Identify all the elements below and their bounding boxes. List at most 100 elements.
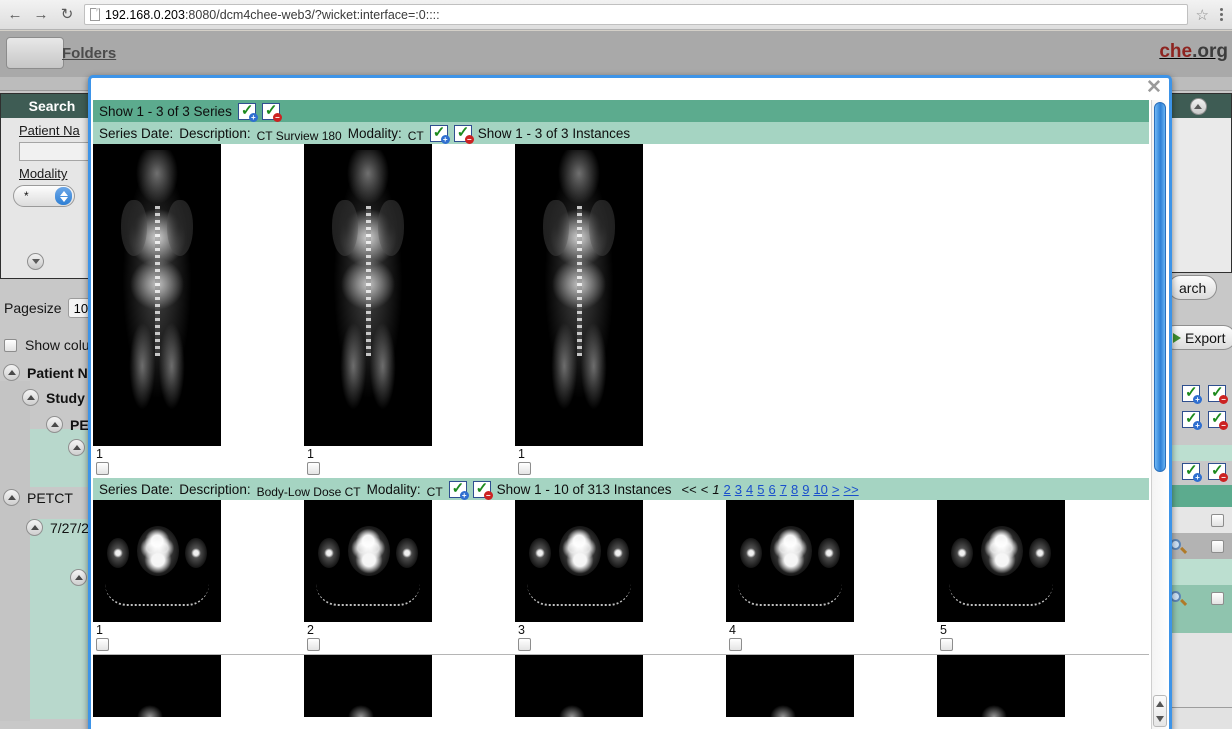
forward-arrow-icon[interactable]: → <box>32 6 50 24</box>
pet-slice-image[interactable] <box>93 500 221 622</box>
pager-prev[interactable]: < <box>701 482 709 497</box>
search-button[interactable]: arch <box>1168 275 1218 300</box>
check-plus-icon[interactable]: ✓ + <box>1182 463 1202 482</box>
thumbnail-cell[interactable] <box>515 655 726 717</box>
ct-scout-image[interactable] <box>93 144 221 446</box>
check-plus-icon[interactable]: ✓ + <box>1182 411 1202 430</box>
collapse-icon[interactable] <box>1189 97 1207 115</box>
show-columns-checkbox[interactable] <box>4 338 17 352</box>
check-plus-icon[interactable]: ✓ + <box>429 124 450 144</box>
kebab-menu-icon[interactable] <box>1217 8 1226 21</box>
tab-button-blank[interactable] <box>6 37 64 69</box>
ct-scout-image[interactable] <box>515 144 643 446</box>
check-plus-icon[interactable]: ✓ + <box>1182 385 1202 404</box>
tree-row-date[interactable]: 7/27/2 <box>26 519 89 536</box>
collapse-icon[interactable] <box>70 569 87 586</box>
check-minus-icon[interactable]: ✓ − <box>1208 411 1228 430</box>
pager-page-7[interactable]: 7 <box>780 482 787 497</box>
pet-slice-image[interactable] <box>93 655 221 717</box>
pager-page-10[interactable]: 10 <box>813 482 827 497</box>
modal-scrollbar[interactable] <box>1151 100 1167 729</box>
collapse-icon[interactable] <box>22 389 39 406</box>
collapse-icon[interactable] <box>3 489 20 506</box>
row-checkbox[interactable] <box>1211 591 1224 605</box>
pager-page-3[interactable]: 3 <box>735 482 742 497</box>
thumbnail-cell[interactable]: 1 <box>93 500 304 654</box>
pet-slice-image[interactable] <box>515 500 643 622</box>
pager-page-9[interactable]: 9 <box>802 482 809 497</box>
thumbnail-cell[interactable]: 5 <box>937 500 1148 654</box>
address-bar[interactable]: 192.168.0.203:8080/dcm4chee-web3/?wicket… <box>84 4 1188 25</box>
check-plus-icon[interactable]: ✓ + <box>237 102 258 122</box>
show-columns-row[interactable]: Show colu <box>4 337 90 353</box>
magnifier-icon[interactable] <box>1170 538 1188 554</box>
tab-folders[interactable]: Folders <box>62 45 116 62</box>
tree-row-petct[interactable]: PETCT <box>3 489 73 506</box>
thumbnail-cell[interactable] <box>726 655 937 717</box>
pager-next[interactable]: > <box>832 482 840 497</box>
scrollbar-arrows[interactable] <box>1153 695 1167 727</box>
thumbnail-checkbox[interactable] <box>729 638 742 651</box>
reload-icon[interactable]: ↻ <box>58 6 76 24</box>
check-minus-icon[interactable]: ✓ − <box>472 480 493 500</box>
thumbnail-cell[interactable] <box>937 655 1148 717</box>
thumbnail-checkbox[interactable] <box>96 462 109 475</box>
tree-row-pe[interactable]: PE <box>46 416 89 433</box>
star-icon[interactable]: ☆ <box>1196 6 1209 24</box>
scrollbar-thumb[interactable] <box>1154 102 1166 472</box>
thumbnail-checkbox[interactable] <box>940 638 953 651</box>
collapse-icon[interactable] <box>26 519 43 536</box>
pager-page-5[interactable]: 5 <box>757 482 764 497</box>
export-button[interactable]: Export <box>1162 325 1232 350</box>
check-minus-icon[interactable]: ✓ − <box>453 124 474 144</box>
collapse-icon[interactable] <box>46 416 63 433</box>
thumbnail-checkbox[interactable] <box>518 462 531 475</box>
modality-select[interactable]: * <box>13 185 75 207</box>
thumbnail-cell[interactable] <box>304 655 515 717</box>
pager-last[interactable]: >> <box>843 482 858 497</box>
tree-row-nested-2[interactable] <box>70 569 87 586</box>
pet-slice-image[interactable] <box>304 655 432 717</box>
scroll-up-icon[interactable] <box>1156 700 1164 707</box>
check-minus-icon[interactable]: ✓ − <box>261 102 282 122</box>
thumbnail-cell[interactable]: 4 <box>726 500 937 654</box>
pager-page-8[interactable]: 8 <box>791 482 798 497</box>
thumbnail-cell[interactable]: 1 <box>515 144 726 478</box>
pet-slice-image[interactable] <box>726 500 854 622</box>
thumbnail-cell[interactable] <box>93 655 304 717</box>
check-minus-icon[interactable]: ✓ − <box>1208 385 1228 404</box>
thumbnail-checkbox[interactable] <box>307 462 320 475</box>
pager-page-6[interactable]: 6 <box>768 482 775 497</box>
thumbnail-checkbox[interactable] <box>518 638 531 651</box>
row-checkbox[interactable] <box>1211 513 1224 527</box>
ct-scout-image[interactable] <box>304 144 432 446</box>
patient-name-input[interactable] <box>19 142 97 161</box>
pager-first[interactable]: << <box>682 482 697 497</box>
pet-slice-image[interactable] <box>937 655 1065 717</box>
tree-row-patient[interactable]: Patient N <box>3 364 88 381</box>
collapse-icon[interactable] <box>68 439 85 456</box>
thumbnail-cell[interactable]: 2 <box>304 500 515 654</box>
pager-page-4[interactable]: 4 <box>746 482 753 497</box>
collapse-icon[interactable] <box>3 364 20 381</box>
thumbnail-cell[interactable]: 1 <box>304 144 515 478</box>
check-minus-icon[interactable]: ✓ − <box>1208 463 1228 482</box>
pet-slice-image[interactable] <box>726 655 854 717</box>
tree-row-study[interactable]: Study <box>22 389 85 406</box>
pet-slice-image[interactable] <box>515 655 643 717</box>
thumbnail-checkbox[interactable] <box>96 638 109 651</box>
pager-page-2[interactable]: 2 <box>724 482 731 497</box>
thumbnail-cell[interactable]: 1 <box>93 144 304 478</box>
back-arrow-icon[interactable]: ← <box>6 6 24 24</box>
magnifier-icon[interactable] <box>1170 590 1188 606</box>
thumbnail-cell[interactable]: 3 <box>515 500 726 654</box>
close-icon[interactable]: ✕ <box>1145 78 1163 97</box>
expand-search-icon[interactable] <box>27 253 44 270</box>
row-checkbox[interactable] <box>1211 539 1224 553</box>
chevron-updown-icon[interactable] <box>55 187 72 205</box>
thumbnail-checkbox[interactable] <box>307 638 320 651</box>
pet-slice-image[interactable] <box>304 500 432 622</box>
pet-slice-image[interactable] <box>937 500 1065 622</box>
scroll-down-icon[interactable] <box>1156 715 1164 722</box>
tree-row-nested[interactable] <box>68 439 85 456</box>
